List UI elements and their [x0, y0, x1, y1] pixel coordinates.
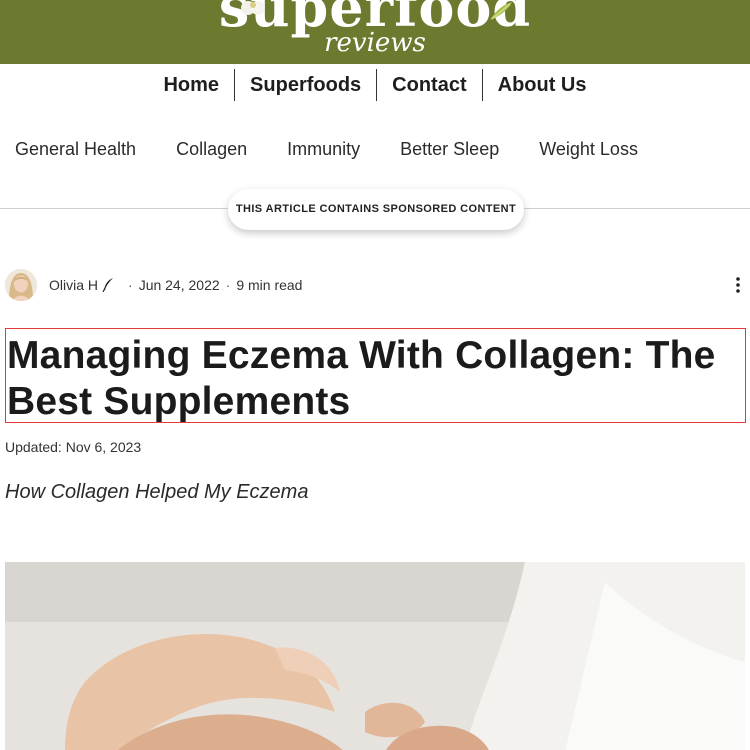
read-time: 9 min read: [236, 277, 303, 293]
leaf-icon: [490, 2, 512, 20]
nav-contact[interactable]: Contact: [377, 69, 481, 101]
nav-about-us[interactable]: About Us: [483, 69, 602, 101]
category-general-health[interactable]: General Health: [15, 139, 136, 160]
meta-separator: ·: [225, 277, 231, 293]
category-better-sleep[interactable]: Better Sleep: [400, 139, 499, 160]
article-title-highlight: Managing Eczema With Collagen: The Best …: [5, 328, 746, 423]
avatar-image: [5, 269, 37, 301]
article-meta-row: Olivia H · Jun 24, 2022 · 9 min read: [5, 268, 745, 302]
publish-date: Jun 24, 2022: [138, 277, 220, 293]
logo-text-bottom: reviews: [324, 28, 426, 58]
meta-separator: ·: [128, 277, 133, 293]
sponsored-content-badge: THIS ARTICLE CONTAINS SPONSORED CONTENT: [228, 189, 524, 230]
article-subtitle: How Collagen Helped My Eczema: [5, 481, 309, 503]
author-name[interactable]: Olivia H: [49, 277, 98, 293]
nav-home[interactable]: Home: [148, 69, 234, 101]
more-vertical-icon[interactable]: [735, 277, 741, 293]
main-navigation: Home Superfoods Contact About Us: [0, 69, 750, 101]
article-title: Managing Eczema With Collagen: The Best …: [7, 334, 716, 423]
nav-superfoods[interactable]: Superfoods: [235, 69, 376, 101]
category-navigation: General Health Collagen Immunity Better …: [15, 138, 678, 160]
category-collagen[interactable]: Collagen: [176, 139, 247, 160]
quill-icon: [102, 278, 114, 292]
flower-icon: [241, 1, 265, 15]
author-avatar[interactable]: [5, 269, 37, 301]
category-immunity[interactable]: Immunity: [287, 139, 360, 160]
category-weight-loss[interactable]: Weight Loss: [539, 139, 638, 160]
hands-photo: [5, 562, 745, 750]
site-header-banner: superfood reviews: [0, 0, 750, 64]
site-logo[interactable]: superfood reviews: [0, 0, 750, 58]
updated-date: Updated: Nov 6, 2023: [5, 439, 142, 455]
article-hero-image: [5, 562, 745, 750]
